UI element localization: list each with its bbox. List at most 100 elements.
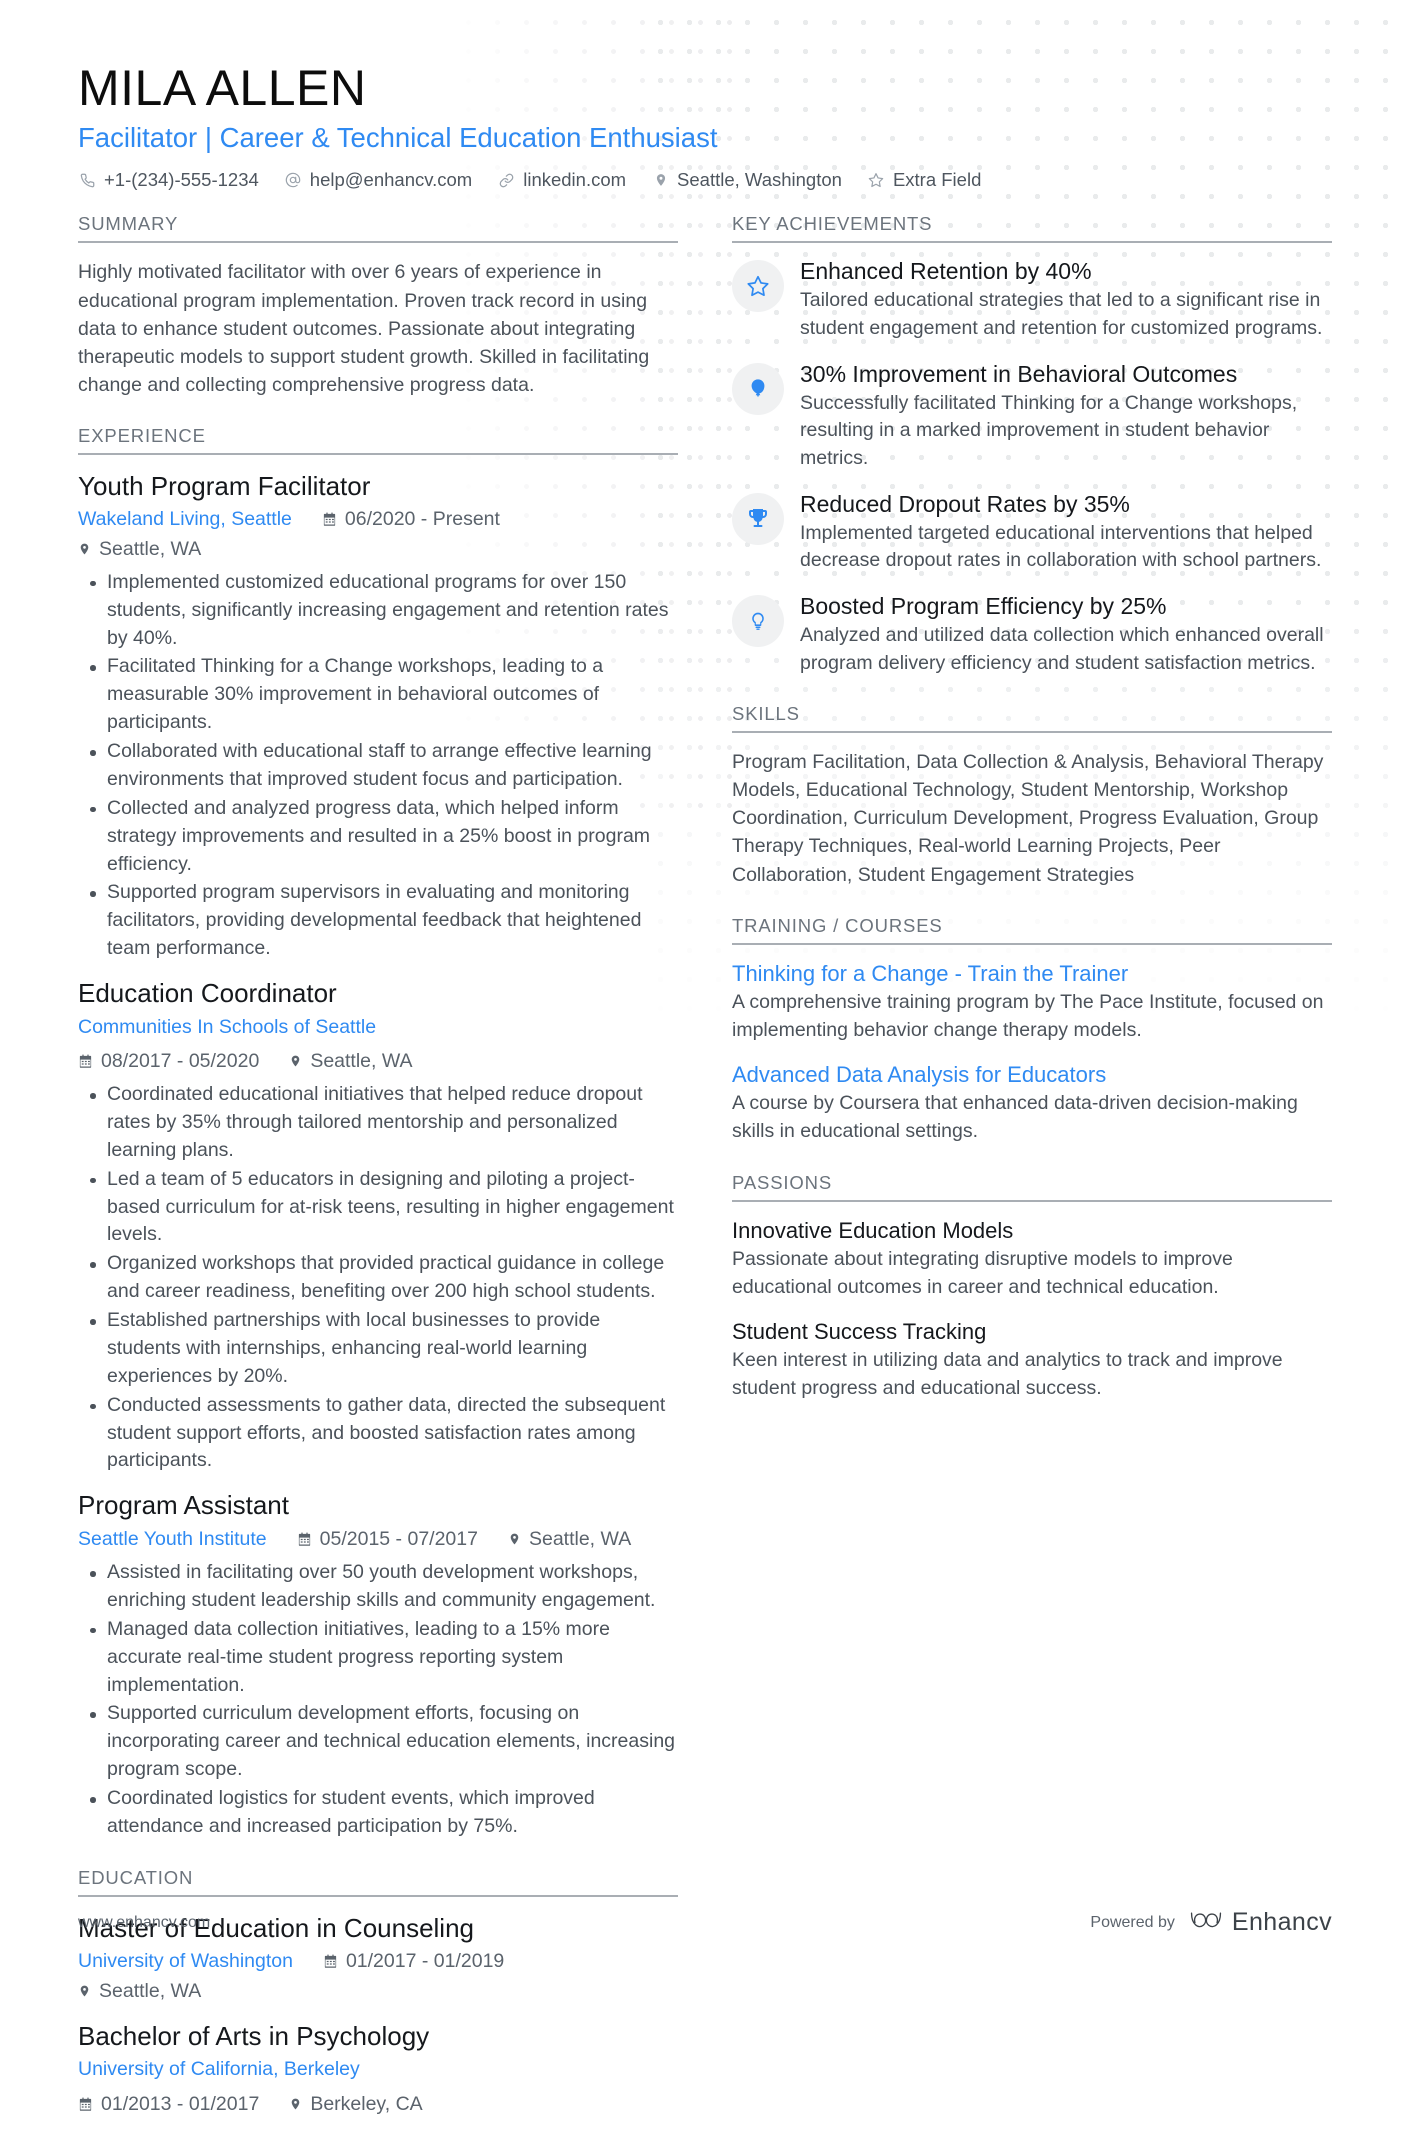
- star-outline-icon: [732, 260, 784, 313]
- training-title[interactable]: Advanced Data Analysis for Educators: [732, 1061, 1332, 1090]
- contact-phone[interactable]: +1-(234)-555-1234: [78, 169, 259, 191]
- contact-email[interactable]: help@enhancv.com: [284, 169, 472, 191]
- calendar-icon: [322, 512, 337, 527]
- experience-dates-text: 08/2017 - 05/2020: [101, 1049, 260, 1072]
- passion-item: Innovative Education Models Passionate a…: [732, 1217, 1332, 1302]
- footer-branding: Powered by Enhancv: [1090, 1908, 1332, 1937]
- training-item: Advanced Data Analysis for Educators A c…: [732, 1061, 1332, 1146]
- bullet-item: Conducted assessments to gather data, di…: [90, 1392, 678, 1476]
- contact-extra-field[interactable]: Extra Field: [867, 169, 981, 191]
- location-pin-icon: [508, 1531, 521, 1547]
- experience-role: Education Coordinator: [78, 978, 337, 1009]
- experience-location: Seattle, WA: [508, 1525, 631, 1554]
- bullet-item: Led a team of 5 educators in designing a…: [90, 1166, 678, 1250]
- experience-meta: Wakeland Living, Seattle 06/2020 - Prese…: [78, 505, 678, 564]
- contact-row: +1-(234)-555-1234 help@enhancv.com linke…: [78, 169, 1332, 191]
- experience-meta: Seattle Youth Institute 05/2015 - 07/201…: [78, 1525, 678, 1554]
- right-column: KEY ACHIEVEMENTS Enhanced Retention by 4…: [732, 213, 1332, 1428]
- experience-location: Seattle, WA: [78, 535, 201, 564]
- section-title-passions: PASSIONS: [732, 1172, 1332, 1202]
- bullet-item: Assisted in facilitating over 50 youth d…: [90, 1559, 678, 1615]
- bullet-item: Supported program supervisors in evaluat…: [90, 879, 678, 963]
- candidate-headline: Facilitator | Career & Technical Educati…: [78, 122, 718, 153]
- experience-role: Program Assistant: [78, 1490, 289, 1521]
- experience-dates: 06/2020 - Present: [322, 505, 500, 534]
- location-pin-icon: [289, 2096, 302, 2112]
- experience-company[interactable]: Communities In Schools of Seattle: [78, 1013, 376, 1042]
- achievement-description: Implemented targeted educational interve…: [800, 521, 1322, 572]
- achievement-item: Enhanced Retention by 40% Tailored educa…: [732, 258, 1332, 342]
- contact-linkedin[interactable]: linkedin.com: [497, 169, 626, 191]
- calendar-icon: [78, 2097, 93, 2112]
- bullet-item: Organized workshops that provided practi…: [90, 1250, 678, 1306]
- enhancv-brand[interactable]: Enhancv: [1189, 1908, 1332, 1937]
- section-title-key-achievements: KEY ACHIEVEMENTS: [732, 213, 1332, 244]
- contact-location[interactable]: Seattle, Washington: [651, 169, 842, 191]
- resume-header: MILA ALLEN Facilitator | Career & Techni…: [78, 0, 1332, 191]
- education-meta: 01/2013 - 01/2017 Berkeley, CA: [78, 2090, 678, 2119]
- achievement-description: Successfully facilitated Thinking for a …: [800, 391, 1298, 469]
- contact-location-text: Seattle, Washington: [677, 169, 842, 191]
- contact-phone-text: +1-(234)-555-1234: [104, 169, 259, 191]
- section-key-achievements: KEY ACHIEVEMENTS Enhanced Retention by 4…: [732, 213, 1332, 677]
- section-summary: SUMMARY Highly motivated facilitator wit…: [78, 213, 678, 398]
- experience-role: Youth Program Facilitator: [78, 470, 371, 501]
- bullet-item: Managed data collection initiatives, lea…: [90, 1616, 678, 1700]
- contact-email-text: help@enhancv.com: [309, 169, 473, 191]
- resume-columns: SUMMARY Highly motivated facilitator wit…: [78, 213, 1332, 2144]
- passion-item: Student Success Tracking Keen interest i…: [732, 1318, 1332, 1403]
- education-school[interactable]: University of Washington: [78, 1947, 293, 1976]
- trophy-icon: [732, 492, 784, 545]
- lightbulb-icon: [732, 594, 784, 647]
- education-location-text: Berkeley, CA: [310, 2092, 423, 2115]
- experience-entry: Youth Program Facilitator Wakeland Livin…: [78, 470, 678, 963]
- education-location: Berkeley, CA: [289, 2090, 423, 2119]
- experience-dates: 08/2017 - 05/2020: [78, 1047, 259, 1076]
- experience-bullets: Implemented customized educational progr…: [78, 569, 678, 963]
- education-dates: 01/2017 - 01/2019: [323, 1947, 504, 1976]
- passion-description: Passionate about integrating disruptive …: [732, 1248, 1233, 1298]
- education-school-row: University of California, Berkeley: [78, 2055, 678, 2084]
- bullet-item: Supported curriculum development efforts…: [90, 1700, 678, 1784]
- education-location-text: Seattle, WA: [99, 1979, 202, 2002]
- footer-website-url[interactable]: www.enhancv.com: [78, 1914, 210, 1932]
- passion-description: Keen interest in utilizing data and anal…: [732, 1349, 1283, 1399]
- education-dates-text: 01/2013 - 01/2017: [101, 2092, 260, 2115]
- passion-title: Student Success Tracking: [732, 1318, 987, 1344]
- training-item: Thinking for a Change - Train the Traine…: [732, 960, 1332, 1045]
- training-title[interactable]: Thinking for a Change - Train the Traine…: [732, 960, 1332, 989]
- experience-entry: Program Assistant Seattle Youth Institut…: [78, 1489, 678, 1841]
- calendar-icon: [78, 1054, 93, 1069]
- achievement-description: Tailored educational strategies that led…: [800, 289, 1323, 340]
- location-pin-icon: [289, 1053, 302, 1069]
- location-pin-icon: [78, 1983, 91, 1999]
- resume-page: MILA ALLEN Facilitator | Career & Techni…: [0, 0, 1410, 2145]
- bullet-item: Collaborated with educational staff to a…: [90, 738, 678, 794]
- education-meta: University of Washington 01/2017 - 01/20…: [78, 1947, 678, 2006]
- balloon-icon: [732, 362, 784, 415]
- section-title-summary: SUMMARY: [78, 213, 678, 244]
- link-icon: [497, 173, 516, 188]
- experience-company[interactable]: Wakeland Living, Seattle: [78, 505, 292, 534]
- education-entry: Bachelor of Arts in Psychology Universit…: [78, 2020, 678, 2119]
- experience-location-text: Seattle, WA: [528, 1527, 632, 1550]
- achievement-body: Boosted Program Efficiency by 25% Analyz…: [800, 593, 1332, 677]
- star-outline-icon: [867, 172, 886, 188]
- skills-text: Program Facilitation, Data Collection & …: [732, 751, 1324, 886]
- achievement-title: 30% Improvement in Behavioral Outcomes: [800, 360, 1238, 387]
- phone-icon: [78, 173, 97, 188]
- section-education: EDUCATION Master of Education in Counsel…: [78, 1867, 678, 2119]
- powered-by-label: Powered by: [1090, 1913, 1175, 1931]
- experience-company[interactable]: Seattle Youth Institute: [78, 1525, 267, 1554]
- education-dates: 01/2013 - 01/2017: [78, 2090, 259, 2119]
- section-title-skills: SKILLS: [732, 703, 1332, 734]
- education-dates-text: 01/2017 - 01/2019: [345, 1950, 505, 1973]
- location-pin-icon: [78, 541, 91, 557]
- calendar-icon: [297, 1532, 312, 1547]
- training-description: A comprehensive training program by The …: [732, 991, 1324, 1041]
- passion-title: Innovative Education Models: [732, 1217, 1014, 1243]
- experience-bullets: Coordinated educational initiatives that…: [78, 1081, 678, 1475]
- education-school[interactable]: University of California, Berkeley: [78, 2055, 360, 2084]
- bullet-item: Collected and analyzed progress data, wh…: [90, 795, 678, 879]
- experience-dates-text: 05/2015 - 07/2017: [319, 1527, 478, 1550]
